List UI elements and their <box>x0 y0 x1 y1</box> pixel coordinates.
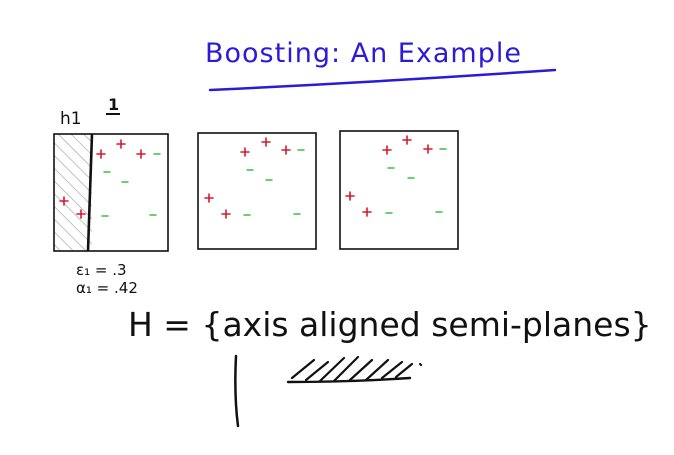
plus-mark <box>362 207 372 217</box>
whiteboard: Boosting: An Example h1 1 ε₁ = .3 α₁ = .… <box>53 38 652 428</box>
plus-mark <box>261 137 271 147</box>
plus-mark <box>345 191 355 201</box>
plus-mark <box>382 145 392 155</box>
classifier-label: h1 <box>60 109 82 129</box>
plus-mark <box>136 149 146 159</box>
plus-mark <box>240 147 250 157</box>
hatched-region <box>54 134 92 251</box>
plus-mark <box>281 145 291 155</box>
panel-round-2 <box>197 132 317 250</box>
slide-title: Boosting: An Example <box>205 38 522 69</box>
panel-round-1 <box>53 133 169 252</box>
plus-mark <box>96 149 106 159</box>
plus-mark <box>423 144 433 154</box>
plus-mark <box>402 135 412 145</box>
plus-mark <box>116 139 126 149</box>
plus-mark <box>204 193 214 203</box>
panel-round-3 <box>339 130 459 250</box>
epsilon-annotation: ε₁ = .3 <box>76 261 127 279</box>
vertical-stroke <box>234 354 240 428</box>
title-underline <box>208 68 557 92</box>
plus-mark <box>221 209 231 219</box>
hypothesis-set-text: H = {axis aligned semi-planes} <box>128 305 652 344</box>
alpha-annotation: α₁ = .42 <box>76 279 138 297</box>
round-label: 1 <box>108 95 119 114</box>
